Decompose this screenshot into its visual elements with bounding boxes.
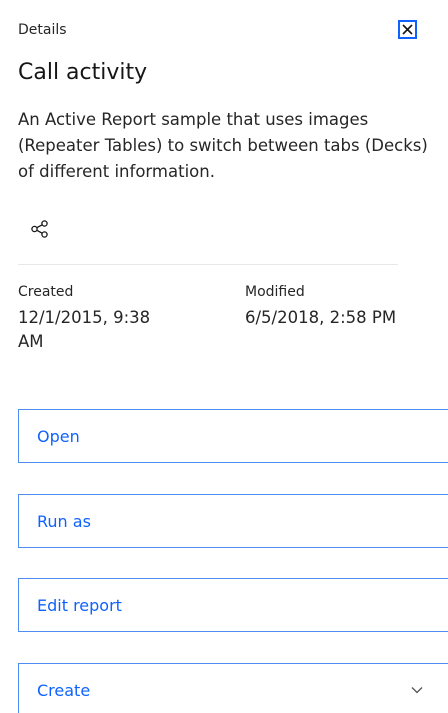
divider <box>18 264 398 265</box>
share-icon[interactable] <box>30 219 50 239</box>
close-button[interactable] <box>398 20 417 39</box>
created-value: 12/1/2015, 9:38 AM <box>18 308 151 351</box>
created-info: Created 12/1/2015, 9:38 AM <box>18 282 208 354</box>
create-button-label: Create <box>37 680 91 700</box>
chevron-down-icon <box>411 687 423 694</box>
page-title: Call activity <box>18 60 148 85</box>
run-as-button-label: Run as <box>37 511 91 531</box>
run-as-button[interactable]: Run as <box>18 494 448 548</box>
edit-report-button-label: Edit report <box>37 595 122 615</box>
open-button[interactable]: Open <box>18 409 448 463</box>
report-description: An Active Report sample that uses images… <box>18 110 428 181</box>
created-label: Created <box>18 284 74 300</box>
panel-header-label: Details <box>18 22 67 38</box>
open-button-label: Open <box>37 426 80 446</box>
edit-report-button[interactable]: Edit report <box>18 578 448 632</box>
create-dropdown-button[interactable]: Create <box>18 663 448 713</box>
modified-label: Modified <box>245 284 305 300</box>
modified-value: 6/5/2018, 2:58 PM <box>245 308 397 327</box>
details-panel: Details Call activity An Active Report s… <box>0 0 448 713</box>
close-icon <box>402 24 413 35</box>
modified-info: Modified 6/5/2018, 2:58 PM <box>245 282 435 330</box>
